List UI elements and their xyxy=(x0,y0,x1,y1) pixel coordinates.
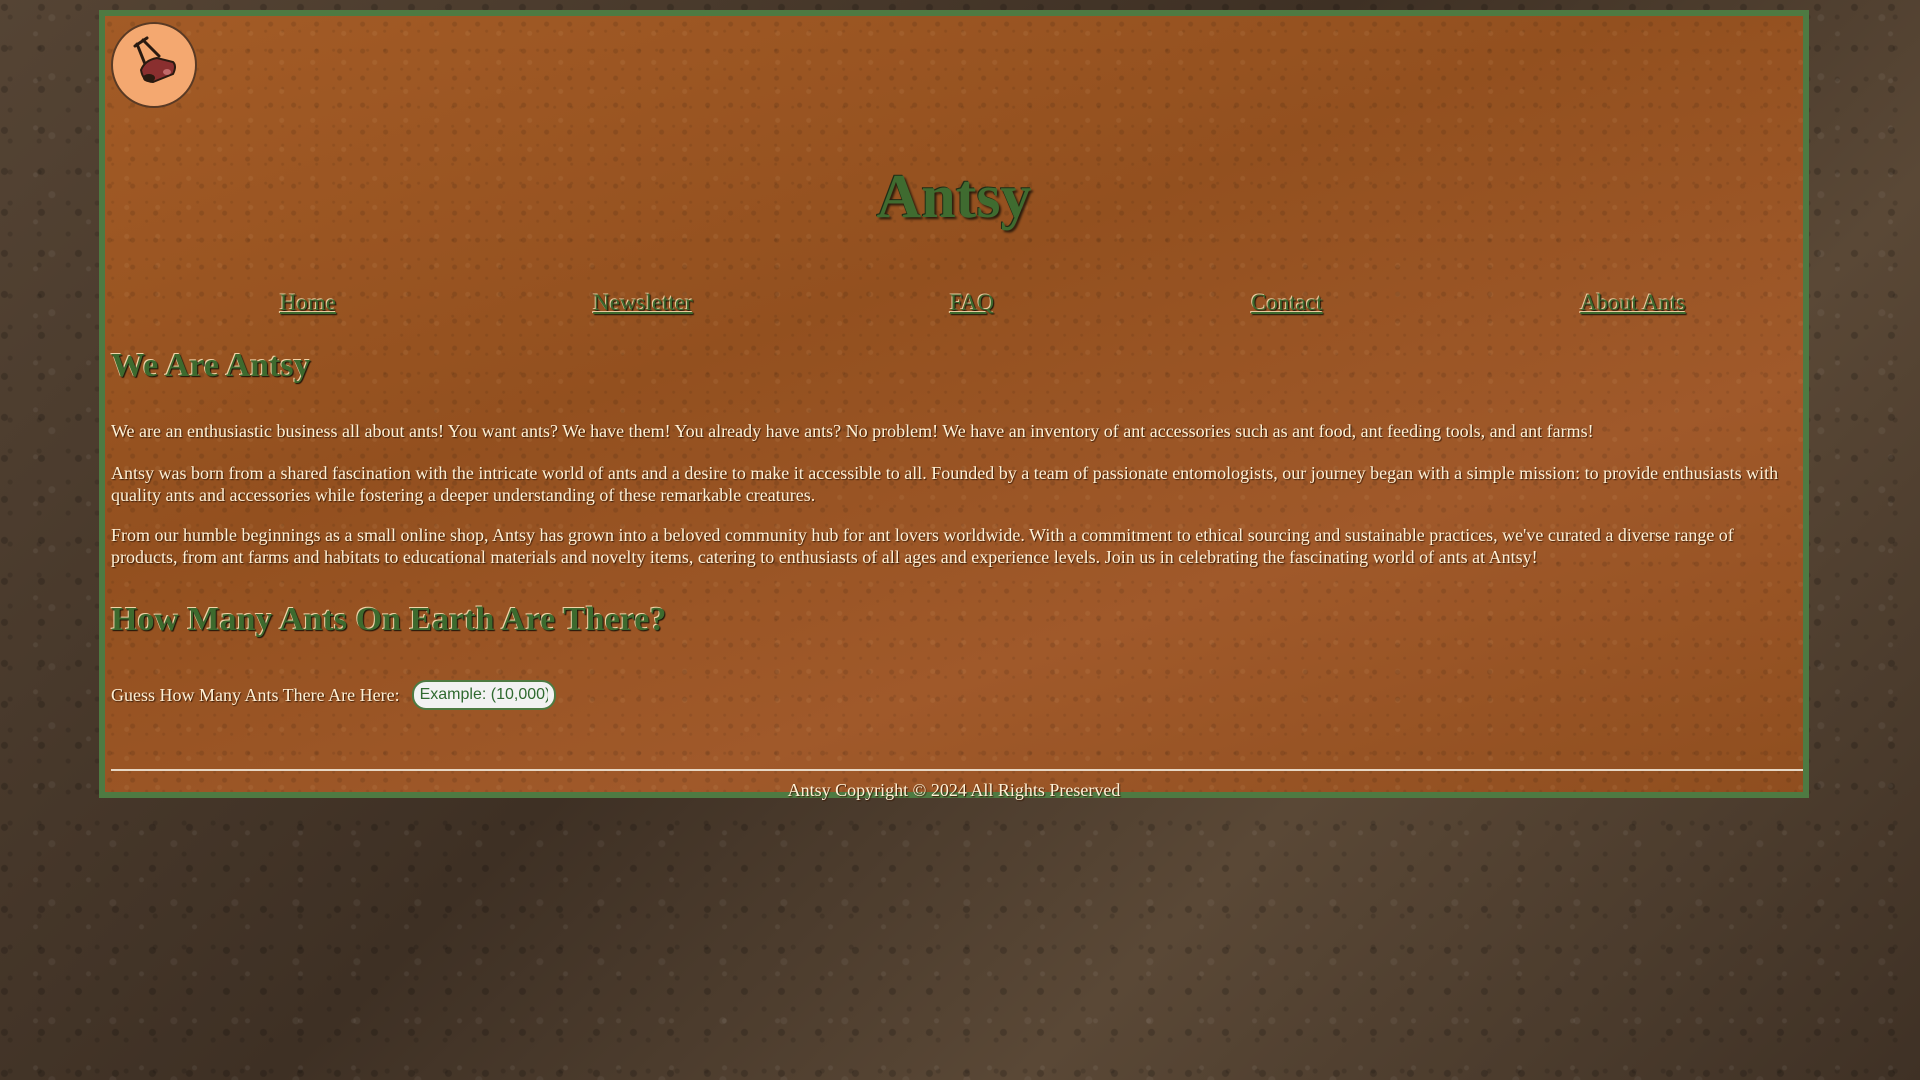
nav-link-faq[interactable]: FAQ xyxy=(950,290,994,316)
nav-link-contact[interactable]: Contact xyxy=(1251,290,1323,316)
footer-divider xyxy=(111,769,1803,771)
about-paragraph-2: Antsy was born from a shared fascination… xyxy=(111,463,1779,505)
page-container: Antsy Home Newsletter FAQ Contact About … xyxy=(99,10,1809,800)
nav-link-newsletter[interactable]: Newsletter xyxy=(593,290,693,316)
guess-form: Guess How Many Ants There Are Here: xyxy=(111,680,556,710)
footer-copyright: Antsy Copyright © 2024 All Rights Preser… xyxy=(787,780,1121,800)
guess-input[interactable] xyxy=(411,680,556,710)
main-nav: Home Newsletter FAQ Contact About Ants xyxy=(105,290,1803,326)
about-paragraph-1: We are an enthusiastic business all abou… xyxy=(111,421,1594,441)
guess-heading: How Many Ants On Earth Are There? xyxy=(111,601,667,638)
site-title: Antsy xyxy=(876,163,1032,231)
guess-label: Guess How Many Ants There Are Here: xyxy=(111,684,400,705)
about-heading: We Are Antsy xyxy=(111,347,311,384)
nav-link-home[interactable]: Home xyxy=(280,290,336,316)
mower-icon[interactable] xyxy=(111,22,197,108)
logo-mower-graphic xyxy=(133,36,176,84)
about-paragraph-3: From our humble beginnings as a small on… xyxy=(111,525,1734,567)
nav-link-about-ants[interactable]: About Ants xyxy=(1580,290,1685,316)
